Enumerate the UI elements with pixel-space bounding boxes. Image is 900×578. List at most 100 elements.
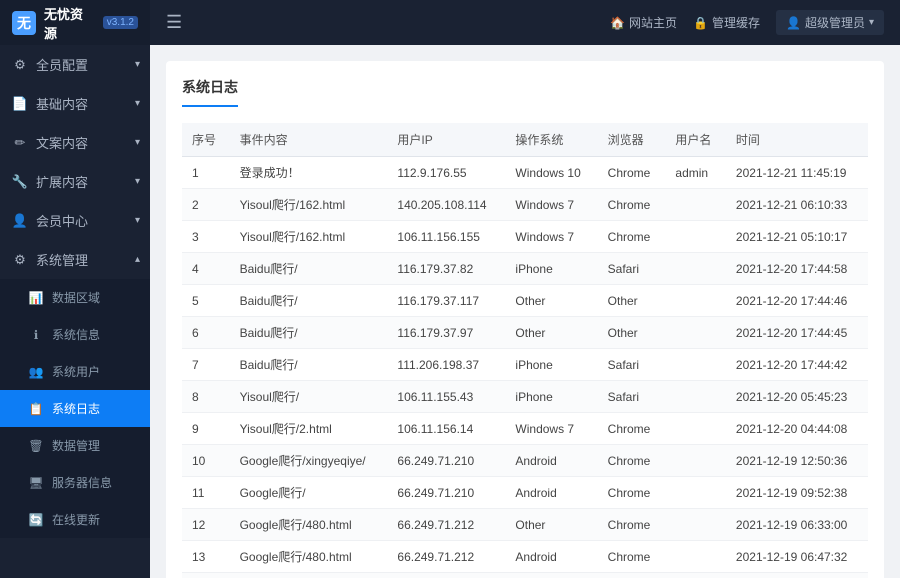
page-card: 系统日志 序号 事件内容 用户IP 操作系统 浏览器 用户名 时间 1登录成功！… (166, 61, 884, 578)
sidebar-item-basic-content[interactable]: 📄 基础内容 (0, 84, 150, 123)
table-row: 6Baidu爬行/116.179.37.97OtherOther2021-12-… (182, 317, 868, 349)
update-icon: 🔄 (28, 512, 44, 528)
system-submenu: 📊 数据区域 ℹ 系统信息 👥 系统用户 📋 系统日志 🗑 数据管理 🖥 (0, 279, 150, 538)
table-cell: iPhone (505, 253, 597, 285)
sidebar-item-label: 系统日志 (52, 400, 100, 417)
table-cell: 2021-12-19 06:33:00 (726, 509, 868, 541)
table-cell: 106.11.156.14 (387, 413, 505, 445)
sidebar-item-online-update[interactable]: 🔄 在线更新 (0, 501, 150, 538)
table-cell: Chrome (598, 541, 666, 573)
table-cell: Windows 7 (505, 221, 597, 253)
table-cell (665, 541, 726, 573)
table-cell: Baidu爬行/ (230, 253, 388, 285)
table-cell: 2021-12-18 05:37:05 (726, 573, 868, 578)
sidebar-item-member-settings[interactable]: ⚙ 全员配置 (0, 45, 150, 84)
table-cell: 12 (182, 509, 230, 541)
table-cell: Other (505, 285, 597, 317)
sidebar-item-text-content[interactable]: ✏ 文案内容 (0, 123, 150, 162)
table-cell: Windows 7 (505, 413, 597, 445)
topbar-right: 🏠 网站主页 🔒 管理缓存 👤 超级管理员 ▾ (610, 10, 884, 35)
table-cell (665, 221, 726, 253)
sidebar-menu: ⚙ 全员配置 📄 基础内容 ✏ 文案内容 🔧 扩展内容 👤 会员中心 ⚙ 系统管… (0, 45, 150, 578)
col-username: 用户名 (665, 123, 726, 157)
table-cell: 66.249.71.212 (387, 541, 505, 573)
sidebar-item-label: 数据管理 (52, 437, 100, 454)
table-cell: Yisoul爬行/162.html (230, 189, 388, 221)
table-row: 5Baidu爬行/116.179.37.117OtherOther2021-12… (182, 285, 868, 317)
table-cell: Windows 7 (505, 573, 597, 578)
col-id: 序号 (182, 123, 230, 157)
page-title-bar: 系统日志 (182, 77, 238, 107)
table-cell (665, 445, 726, 477)
sidebar-item-label: 系统用户 (52, 363, 100, 380)
table-cell: 6 (182, 317, 230, 349)
manage-cache-label: 管理缓存 (712, 14, 760, 31)
table-cell: 1 (182, 157, 230, 189)
table-cell: Google爬行/xingyeqiye/ (230, 445, 388, 477)
table-cell: 2021-12-20 17:44:42 (726, 349, 868, 381)
table-cell: 2021-12-21 06:10:33 (726, 189, 868, 221)
table-cell: Chrome (598, 157, 666, 189)
sidebar-item-system-users[interactable]: 👥 系统用户 (0, 353, 150, 390)
table-cell: 2021-12-21 05:10:17 (726, 221, 868, 253)
table-cell (665, 413, 726, 445)
table-row: 12Google爬行/480.html66.249.71.212OtherChr… (182, 509, 868, 541)
page-title: 系统日志 (182, 79, 238, 95)
sidebar-item-system-logs[interactable]: 📋 系统日志 (0, 390, 150, 427)
sidebar-item-label: 扩展内容 (36, 172, 88, 191)
table-cell: Other (598, 317, 666, 349)
chevron-down-icon: ▾ (869, 17, 874, 28)
table-cell (665, 349, 726, 381)
content-area: 系统日志 序号 事件内容 用户IP 操作系统 浏览器 用户名 时间 1登录成功！… (150, 45, 900, 578)
home-link[interactable]: 🏠 网站主页 (610, 14, 677, 31)
sidebar-item-label: 会员中心 (36, 211, 88, 230)
table-cell: 66.249.71.210 (387, 477, 505, 509)
sidebar-item-label: 系统信息 (52, 326, 100, 343)
sidebar: 无 无忧资源 v3.1.2 ⚙ 全员配置 📄 基础内容 ✏ 文案内容 🔧 扩展内… (0, 0, 150, 578)
table-cell: iPhone (505, 349, 597, 381)
table-cell: Baidu爬行/ (230, 285, 388, 317)
table-cell: Yisoul爬行/ (230, 381, 388, 413)
manage-cache-link[interactable]: 🔒 管理缓存 (693, 14, 760, 31)
user-icon: 👤 (12, 213, 28, 229)
admin-icon: 👤 (786, 16, 801, 30)
table-cell: 登录成功！ (230, 157, 388, 189)
table-cell: 3 (182, 221, 230, 253)
table-cell: Android (505, 477, 597, 509)
table-cell: 2021-12-19 06:47:32 (726, 541, 868, 573)
table-cell: Chrome (598, 573, 666, 578)
info-icon: ℹ (28, 327, 44, 343)
sidebar-item-label: 数据区域 (52, 289, 100, 306)
table-cell: 140.205.108.114 (387, 189, 505, 221)
table-cell: 106.11.156.155 (387, 221, 505, 253)
table-cell: Chrome (598, 477, 666, 509)
table-cell: admin (665, 157, 726, 189)
table-cell: Other (598, 285, 666, 317)
system-icon: ⚙ (12, 252, 28, 268)
admin-label: 超级管理员 (805, 14, 865, 31)
table-cell: Chrome (598, 413, 666, 445)
table-cell: Android (505, 541, 597, 573)
col-event: 事件内容 (230, 123, 388, 157)
table-cell: Chrome (598, 189, 666, 221)
sidebar-item-member-center[interactable]: 👤 会员中心 (0, 201, 150, 240)
sidebar-item-server-info[interactable]: 🖥 服务器信息 (0, 464, 150, 501)
settings-icon: ⚙ (12, 57, 28, 73)
menu-toggle-button[interactable]: ☰ (166, 12, 182, 33)
table-cell: 116.179.37.117 (387, 285, 505, 317)
sidebar-item-recycle-mgmt[interactable]: 🗑 数据管理 (0, 427, 150, 464)
col-ip: 用户IP (387, 123, 505, 157)
sidebar-item-system-info[interactable]: ℹ 系统信息 (0, 316, 150, 353)
table-row: 1登录成功！112.9.176.55Windows 10Chromeadmin2… (182, 157, 868, 189)
sidebar-item-extended-content[interactable]: 🔧 扩展内容 (0, 162, 150, 201)
sidebar-item-label: 在线更新 (52, 511, 100, 528)
table-cell: 2021-12-20 05:45:23 (726, 381, 868, 413)
admin-dropdown[interactable]: 👤 超级管理员 ▾ (776, 10, 884, 35)
sidebar-item-label: 系统管理 (36, 250, 88, 269)
file-icon: 📄 (12, 96, 28, 112)
sidebar-item-system-mgmt[interactable]: ⚙ 系统管理 (0, 240, 150, 279)
table-cell: Google爬行/480.html (230, 541, 388, 573)
logs-icon: 📋 (28, 401, 44, 417)
sidebar-item-data-area[interactable]: 📊 数据区域 (0, 279, 150, 316)
table-row: 11Google爬行/66.249.71.210AndroidChrome202… (182, 477, 868, 509)
